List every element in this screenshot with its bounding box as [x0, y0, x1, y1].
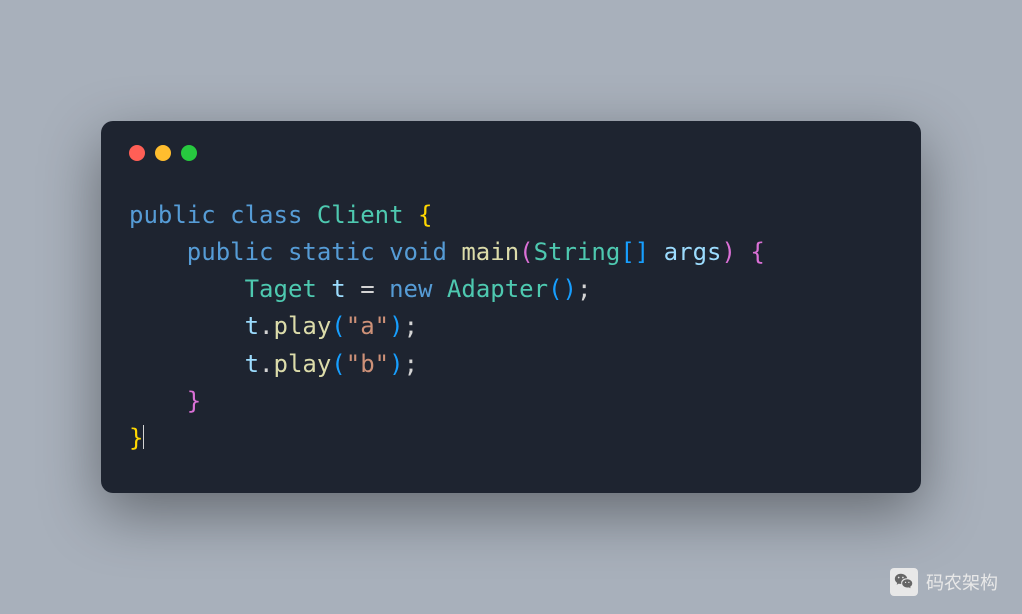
code-line-6: }	[129, 387, 201, 415]
code-line-5: t.play("b");	[129, 350, 418, 378]
close-icon[interactable]	[129, 145, 145, 161]
watermark-text: 码农架构	[926, 569, 998, 595]
code-window: public class Client { public static void…	[101, 121, 921, 493]
code-line-1: public class Client {	[129, 201, 432, 229]
text-cursor-icon	[143, 425, 144, 449]
maximize-icon[interactable]	[181, 145, 197, 161]
minimize-icon[interactable]	[155, 145, 171, 161]
code-line-3: Taget t = new Adapter();	[129, 275, 591, 303]
watermark: 码农架构	[890, 568, 998, 596]
code-line-7: }	[129, 424, 144, 452]
code-block: public class Client { public static void…	[129, 197, 893, 457]
window-controls	[129, 145, 893, 161]
wechat-icon	[890, 568, 918, 596]
code-line-4: t.play("a");	[129, 312, 418, 340]
code-line-2: public static void main(String[] args) {	[129, 238, 765, 266]
